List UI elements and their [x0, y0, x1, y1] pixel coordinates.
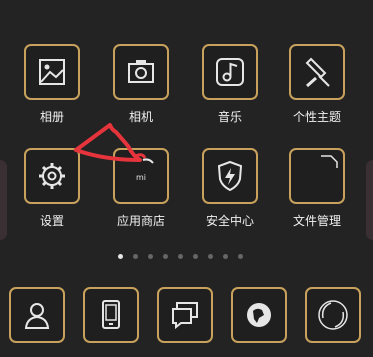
contacts-person-icon — [24, 303, 50, 329]
app-settings-tile[interactable] — [24, 148, 80, 204]
app-files-tile[interactable] — [289, 148, 345, 204]
app-store-bag-icon: mi — [136, 158, 154, 182]
page-dot[interactable] — [178, 254, 183, 259]
page-dot[interactable] — [133, 254, 138, 259]
app-settings-label: 设置 — [39, 214, 64, 228]
right-edge-panel — [366, 160, 373, 240]
app-camera-label: 相机 — [128, 110, 153, 124]
dock-phone[interactable] — [83, 287, 139, 343]
dock-camera-shortcut[interactable] — [305, 287, 361, 343]
page-dot[interactable] — [118, 254, 123, 259]
page-dot[interactable] — [208, 254, 213, 259]
app-camera-tile[interactable] — [113, 44, 169, 100]
app-music-tile[interactable] — [202, 44, 258, 100]
camera-icon — [128, 60, 154, 83]
app-store-tile[interactable]: mi — [113, 148, 169, 204]
mi-badge: mi — [136, 173, 146, 182]
app-themes-tile[interactable] — [289, 44, 345, 100]
phone-icon — [102, 300, 120, 329]
music-note-icon — [216, 58, 244, 86]
dock-messages[interactable] — [157, 287, 213, 343]
shield-bolt-icon — [217, 160, 243, 192]
page-dot[interactable] — [238, 254, 243, 259]
app-themes-label: 个性主题 — [292, 110, 341, 124]
page-dot[interactable] — [193, 254, 198, 259]
left-edge-panel — [0, 160, 7, 240]
page-dot[interactable] — [223, 254, 228, 259]
app-security-label: 安全中心 — [205, 214, 254, 228]
messages-icon — [172, 302, 198, 330]
photo-icon — [39, 59, 65, 85]
browser-globe-icon — [247, 303, 271, 327]
page-dot[interactable] — [163, 254, 168, 259]
app-gallery-tile[interactable] — [24, 44, 80, 100]
app-security-tile[interactable] — [202, 148, 258, 204]
theme-brush-icon — [305, 57, 330, 88]
camera-shutter-icon — [318, 300, 348, 330]
dock-contacts[interactable] — [9, 287, 65, 343]
folder-icon — [321, 155, 338, 168]
app-files-label: 文件管理 — [292, 214, 341, 228]
dock-browser[interactable] — [231, 287, 287, 343]
page-dot[interactable] — [148, 254, 153, 259]
app-gallery-label: 相册 — [39, 110, 64, 124]
gear-icon — [39, 163, 65, 189]
app-music-label: 音乐 — [217, 110, 242, 124]
app-store-label: 应用商店 — [116, 214, 165, 228]
